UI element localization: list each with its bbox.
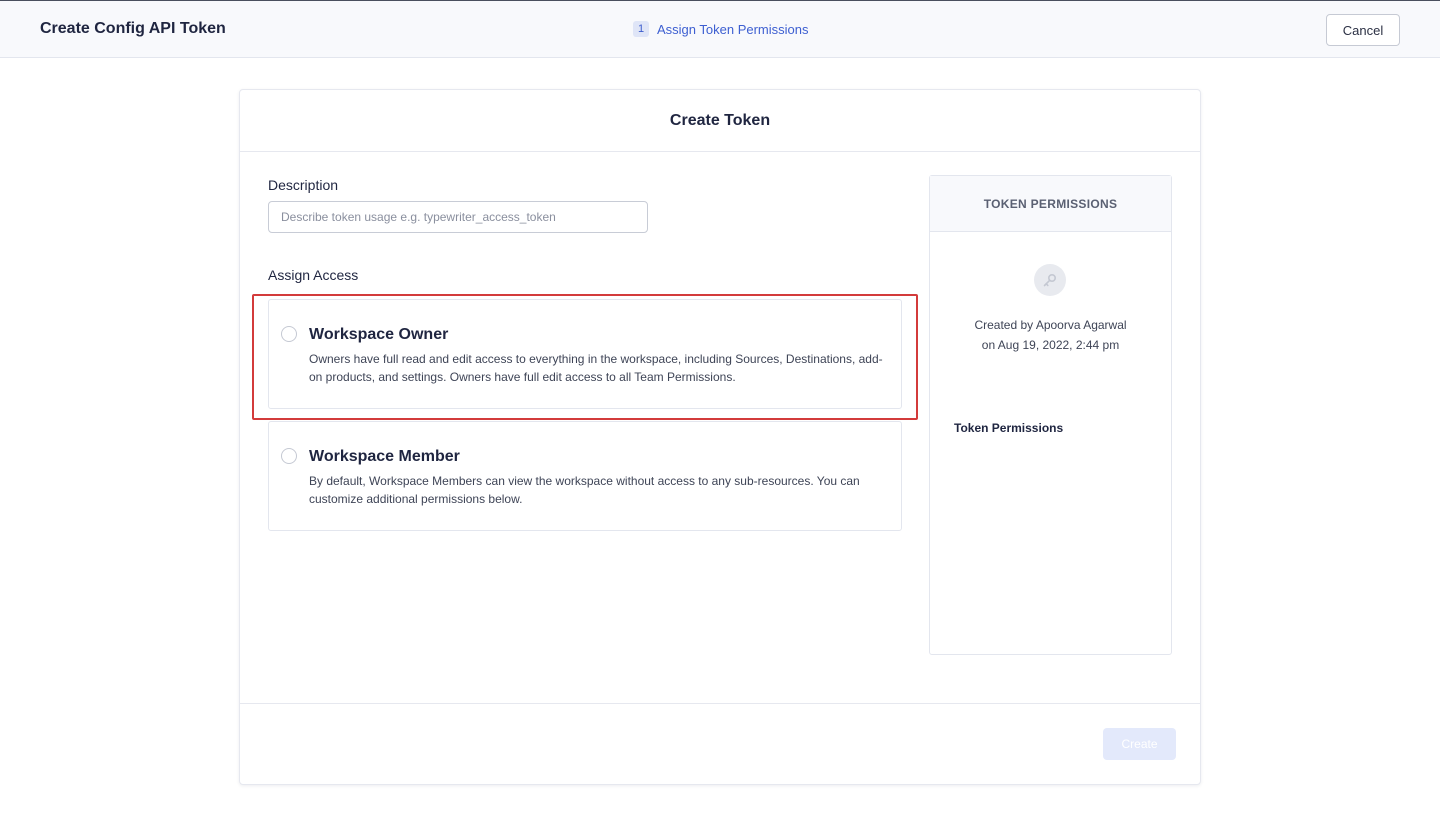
assign-access-label: Assign Access <box>268 267 359 283</box>
card-title: Create Token <box>669 111 771 129</box>
token-permissions-header: TOKEN PERMISSIONS <box>930 176 1171 232</box>
workspace-member-description: By default, Workspace Members can view t… <box>309 474 860 506</box>
workspace-member-radio[interactable] <box>281 448 297 464</box>
key-icon <box>1034 264 1066 296</box>
card-footer: Create <box>240 703 1200 784</box>
workspace-owner-description: Owners have full read and edit access to… <box>309 352 883 384</box>
card-header: Create Token <box>240 90 1200 152</box>
top-bar: Create Config API Token 1 Assign Token P… <box>0 0 1440 58</box>
token-permissions-section-label: Token Permissions <box>954 421 1064 435</box>
token-permissions-panel: TOKEN PERMISSIONS Created by Apoorva Aga… <box>929 175 1172 655</box>
workspace-owner-option[interactable]: Workspace Owner Owners have full read an… <box>268 299 902 409</box>
create-button[interactable]: Create <box>1103 728 1176 760</box>
cancel-button[interactable]: Cancel <box>1326 14 1400 46</box>
workspace-owner-title: Workspace Owner <box>309 326 449 343</box>
stepper: 1 Assign Token Permissions <box>633 21 809 37</box>
created-on-text: on Aug 19, 2022, 2:44 pm <box>981 338 1120 352</box>
page-title: Create Config API Token <box>40 20 226 37</box>
description-input[interactable] <box>268 201 648 233</box>
step-number-badge: 1 <box>633 21 649 37</box>
workspace-owner-radio[interactable] <box>281 326 297 342</box>
workspace-member-option[interactable]: Workspace Member By default, Workspace M… <box>268 421 902 531</box>
token-permissions-header-label: TOKEN PERMISSIONS <box>983 196 1118 211</box>
step-label[interactable]: Assign Token Permissions <box>657 22 809 37</box>
description-label: Description <box>268 177 339 193</box>
create-token-card: Create Token Description Assign Access W… <box>239 89 1201 785</box>
workspace-member-title: Workspace Member <box>309 448 460 465</box>
created-by-text: Created by Apoorva Agarwal <box>974 318 1127 332</box>
